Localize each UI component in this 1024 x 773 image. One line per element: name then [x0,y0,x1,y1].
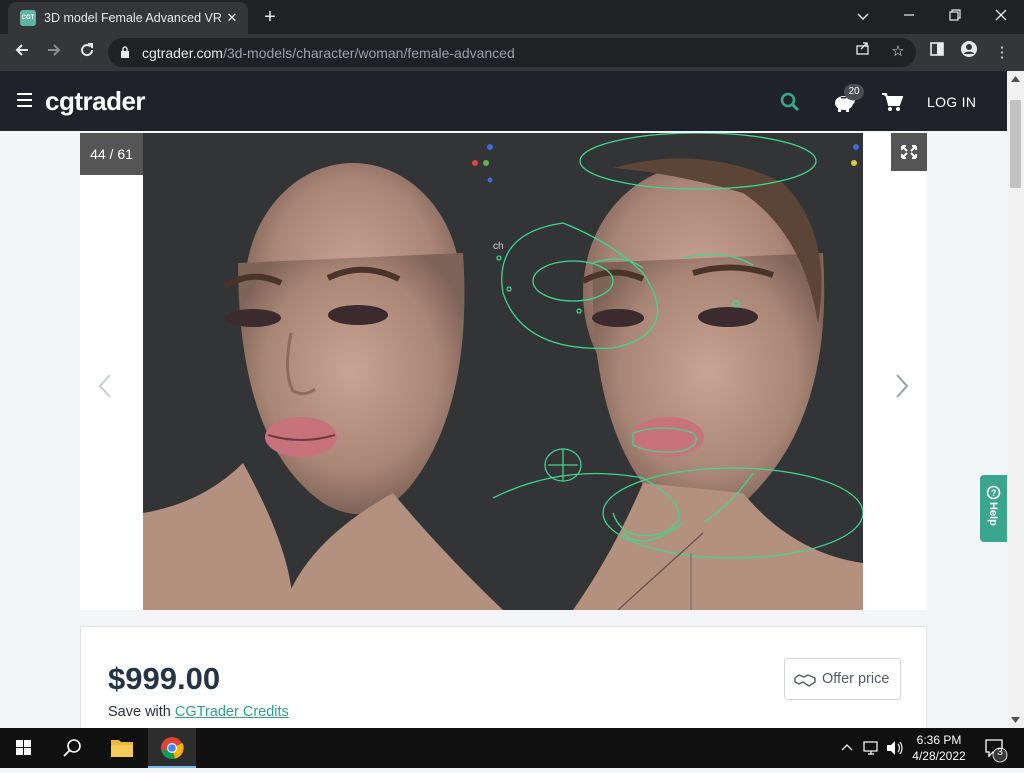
gallery-image[interactable]: ch [143,133,863,610]
page-content: ch 44 / 61 $999.00 Save with CGTrader Cr… [0,131,1007,736]
volume-icon[interactable] [884,728,906,768]
forward-arrow-icon[interactable] [41,40,67,66]
cgtrader-credits-link[interactable]: CGTrader Credits [175,704,289,720]
help-question-icon: ? [986,485,1001,500]
windows-start-icon[interactable] [0,728,48,768]
minimize-button[interactable] [894,4,924,28]
tab-close-icon[interactable]: ✕ [224,10,240,26]
scroll-thumb[interactable] [1010,100,1021,188]
scroll-up-icon[interactable] [1011,75,1020,83]
notification-count: 3 [997,747,1003,758]
credits-text: Save with CGTrader Credits [108,704,289,720]
fullscreen-expand-icon[interactable] [891,133,927,171]
product-price: $999.00 [108,661,221,696]
profile-avatar-icon[interactable] [956,40,982,66]
clock-date: 4/28/2022 [912,749,966,763]
restore-button[interactable] [940,4,970,28]
cgtrader-favicon-icon: CGT [20,10,36,26]
product-gallery: ch 44 / 61 [80,133,927,610]
file-explorer-icon[interactable] [98,728,146,768]
search-icon[interactable] [779,91,801,113]
browser-tab-strip: CGT 3D model Female Advanced VR / AR ✕ + [0,0,1024,34]
clock-time: 6:36 PM [916,733,962,747]
cgtrader-logo[interactable]: cgtrader [45,86,146,117]
taskbar-search-icon[interactable] [48,728,96,768]
windows-taskbar: 6:36 PM 4/28/2022 3 [0,728,1024,768]
url-text[interactable]: cgtrader.com/3d-models/character/woman/f… [142,45,515,61]
help-label: Help [987,502,999,526]
lock-icon[interactable] [120,46,130,58]
price-card: $999.00 Save with CGTrader Credits Offer… [80,626,927,736]
scroll-down-icon[interactable] [1011,716,1020,724]
previous-image-arrow-icon[interactable] [95,371,115,401]
offer-price-label: Offer price [822,671,890,687]
address-bar[interactable]: cgtrader.com/3d-models/character/woman/f… [108,38,916,67]
chrome-menu-icon[interactable]: ⋮ [989,40,1015,66]
handshake-icon [794,674,816,687]
taskbar-clock[interactable]: 6:36 PM 4/28/2022 [906,732,972,764]
svg-text:?: ? [991,488,997,498]
back-arrow-icon[interactable] [9,40,35,66]
tray-chevron-icon[interactable] [838,728,856,768]
network-icon[interactable] [860,728,882,768]
tab-title: 3D model Female Advanced VR / AR [44,11,224,25]
browser-tab[interactable]: CGT 3D model Female Advanced VR / AR ✕ [8,2,248,34]
bookmark-star-icon[interactable]: ☆ [885,39,911,65]
rig-label: ch [493,241,504,252]
tab-search-icon[interactable] [848,4,878,28]
site-header: cgtrader LOG IN [0,71,1007,131]
browser-toolbar: cgtrader.com/3d-models/character/woman/f… [0,34,1024,71]
notification-center-icon[interactable]: 3 [978,728,1014,768]
page-scrollbar[interactable] [1007,71,1024,728]
hamburger-menu-icon[interactable] [17,93,32,107]
close-window-button[interactable] [986,4,1016,28]
offer-price-button[interactable]: Offer price [784,658,901,700]
share-icon[interactable] [850,39,876,65]
cart-icon[interactable] [881,92,903,112]
piggy-count-badge: 20 [844,84,864,100]
next-image-arrow-icon[interactable] [892,371,912,401]
login-link[interactable]: LOG IN [927,94,976,110]
image-counter: 44 / 61 [80,133,143,175]
new-tab-button[interactable]: + [258,6,282,28]
chrome-taskbar-icon[interactable] [148,728,196,768]
reload-icon[interactable] [74,40,100,66]
help-tab[interactable]: ? Help [980,475,1007,542]
side-panel-icon[interactable] [924,40,950,66]
